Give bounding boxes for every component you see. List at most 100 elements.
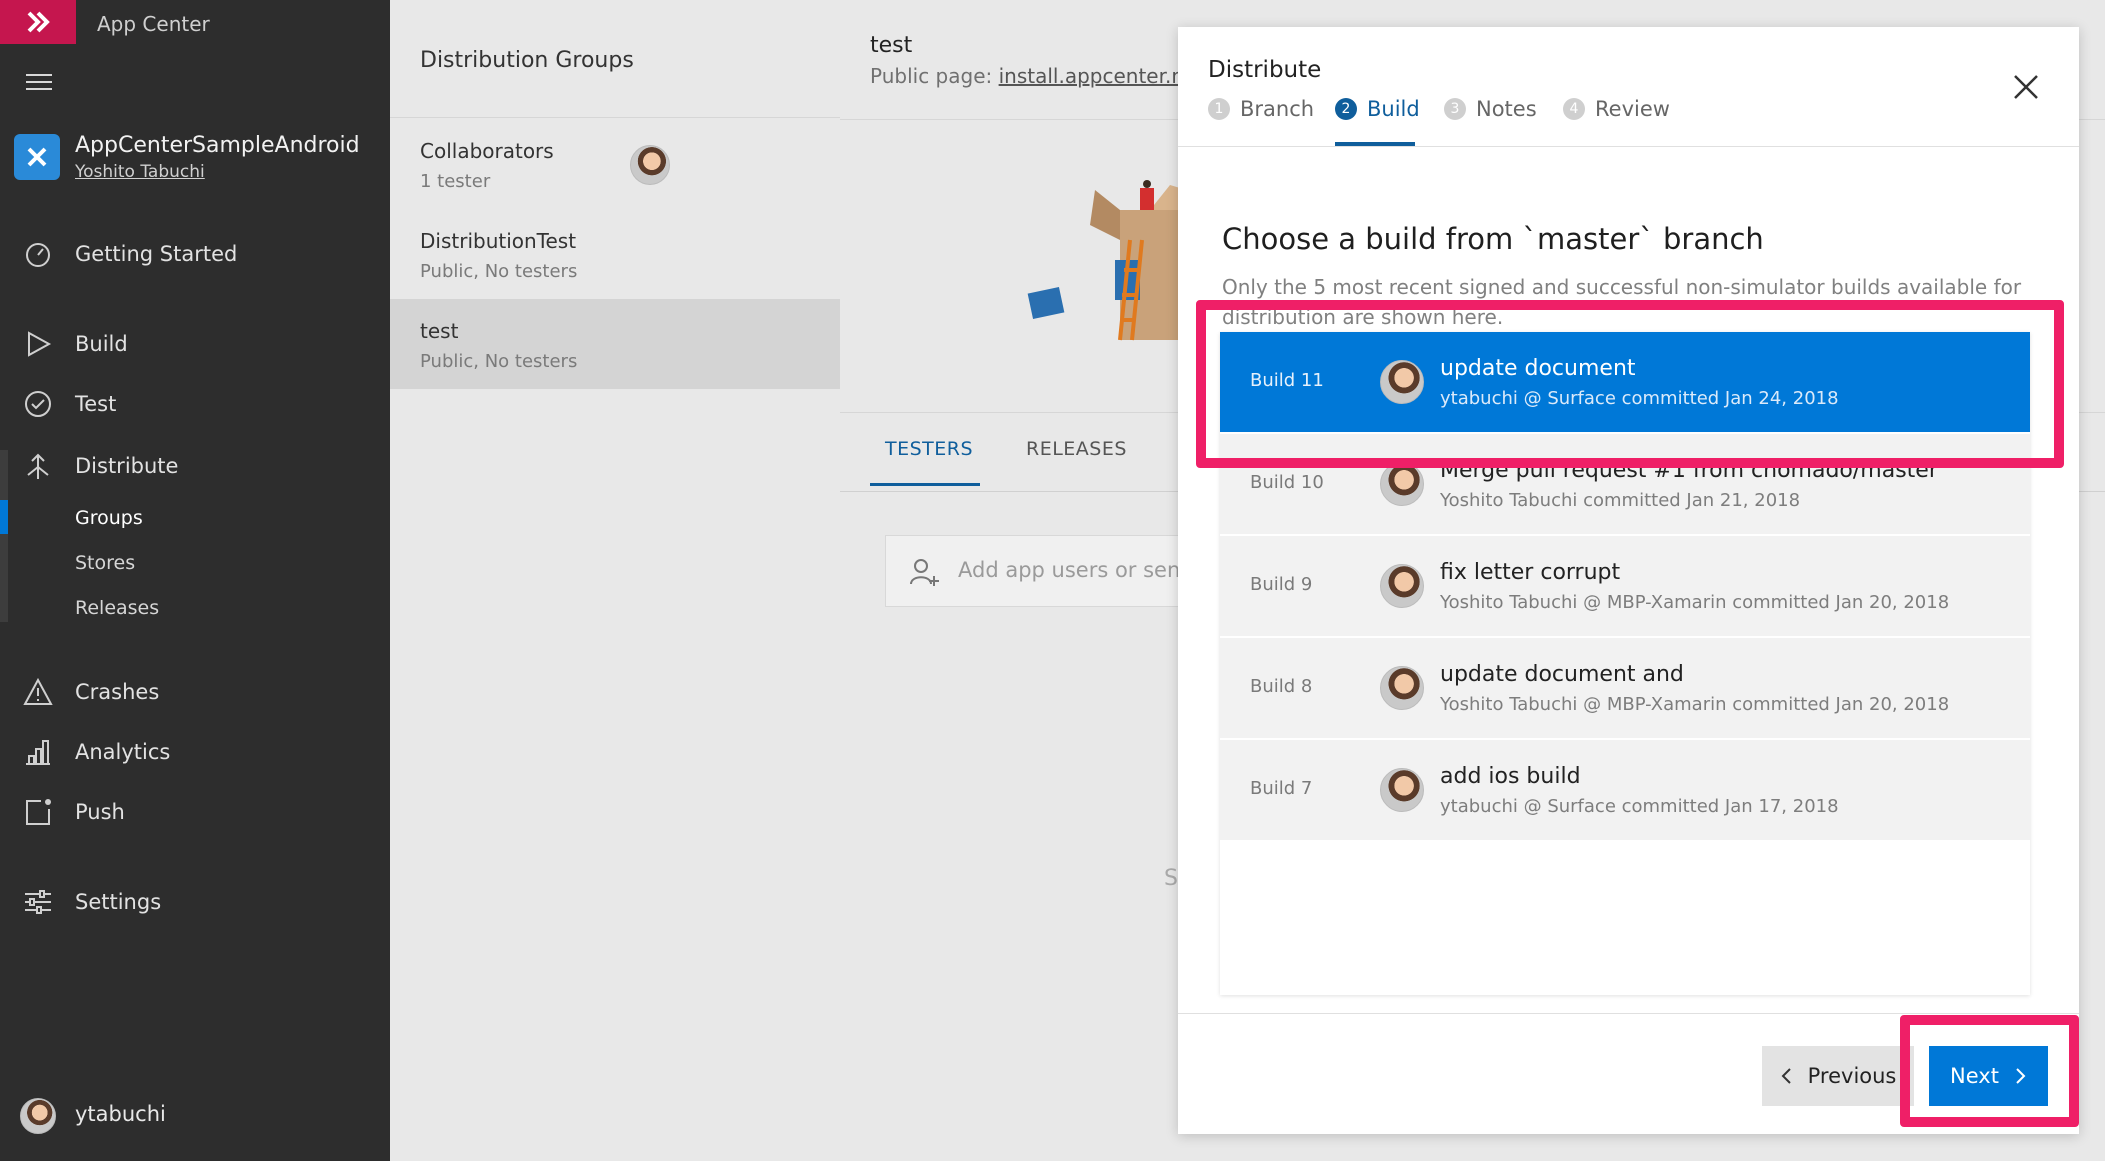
previous-label: Previous xyxy=(1807,1064,1897,1088)
nav-sub-groups[interactable]: Groups xyxy=(75,507,143,529)
nav-item-distribute[interactable]: Distribute xyxy=(0,444,390,488)
nav-label: Settings xyxy=(75,890,162,914)
nav-label: Analytics xyxy=(75,740,171,764)
step-number: 4 xyxy=(1563,98,1585,120)
group-item-collaborators[interactable]: Collaborators 1 tester xyxy=(390,119,840,209)
nav-sub-stores[interactable]: Stores xyxy=(75,552,135,574)
modal-title: Distribute xyxy=(1208,57,1322,83)
push-icon xyxy=(22,796,54,828)
commit-message: fix letter corrupt xyxy=(1440,560,1621,585)
nav-item-push[interactable]: Push xyxy=(0,790,390,834)
app-center-logo[interactable] xyxy=(0,0,76,44)
app-center-logo-icon xyxy=(27,11,50,33)
group-meta: 1 tester xyxy=(420,171,491,192)
brand-bar: App Center xyxy=(0,0,390,48)
step-number: 2 xyxy=(1335,98,1357,120)
nav-label: Test xyxy=(75,392,117,416)
user-name: ytabuchi xyxy=(75,1102,166,1126)
group-item-distributiontest[interactable]: DistributionTest Public, No testers xyxy=(390,209,840,299)
step-branch[interactable]: 1 Branch xyxy=(1208,94,1314,124)
nav-label: Crashes xyxy=(75,680,160,704)
commit-message: update document and xyxy=(1440,662,1684,687)
nav-label: Getting Started xyxy=(75,242,238,266)
xamarin-app-icon xyxy=(14,134,60,180)
chevron-left-icon xyxy=(1781,1068,1791,1084)
nav-item-build[interactable]: Build xyxy=(0,322,390,366)
commit-info: ytabuchi @ Surface committed Jan 17, 201… xyxy=(1440,796,1839,817)
add-users-placeholder: Add app users or send xyxy=(958,558,1194,582)
app-name[interactable]: AppCenterSampleAndroid xyxy=(75,133,360,158)
gauge-icon xyxy=(22,238,54,270)
group-name: Collaborators xyxy=(420,139,554,163)
close-icon[interactable] xyxy=(2011,72,2041,102)
groups-title: Distribution Groups xyxy=(420,48,634,73)
group-meta: Public, No testers xyxy=(420,261,578,282)
build-number: Build 7 xyxy=(1250,778,1313,799)
groups-header: Distribution Groups xyxy=(390,0,840,118)
tester-avatar xyxy=(630,145,670,185)
nav-item-crashes[interactable]: Crashes xyxy=(0,670,390,714)
group-title: test xyxy=(870,33,913,58)
committer-avatar xyxy=(1380,666,1424,710)
step-build[interactable]: 2 Build xyxy=(1335,94,1420,124)
public-page-label: Public page: xyxy=(870,64,993,88)
tab-releases[interactable]: RELEASES xyxy=(1026,438,1127,460)
commit-info: Yoshito Tabuchi @ MBP-Xamarin committed … xyxy=(1440,694,1950,715)
public-page-link[interactable]: install.appcenter.ms/ xyxy=(999,64,1208,88)
nav-label: Push xyxy=(75,800,125,824)
previous-button[interactable]: Previous xyxy=(1762,1046,1914,1106)
left-navigation: App Center AppCenterSampleAndroid Yoshit… xyxy=(0,0,390,1161)
warning-icon xyxy=(22,676,54,708)
empty-state-text: S xyxy=(1164,866,1178,891)
highlight-next-button xyxy=(1900,1015,2079,1127)
step-number: 1 xyxy=(1208,98,1230,120)
distribute-modal: Distribute 1 Branch 2 Build 3 Notes 4 Re… xyxy=(1178,27,2079,1134)
commit-message: add ios build xyxy=(1440,764,1581,789)
committer-avatar xyxy=(1380,462,1424,506)
app-owner-link[interactable]: Yoshito Tabuchi xyxy=(75,162,205,182)
nav-item-settings[interactable]: Settings xyxy=(0,880,390,924)
bar-chart-icon xyxy=(22,736,54,768)
committer-avatar xyxy=(1380,768,1424,812)
group-item-test[interactable]: test Public, No testers xyxy=(390,299,840,389)
step-number: 3 xyxy=(1444,98,1466,120)
step-notes[interactable]: 3 Notes xyxy=(1444,94,1537,124)
build-row-8[interactable]: Build 8 update document and Yoshito Tabu… xyxy=(1220,638,2030,738)
build-number: Build 8 xyxy=(1250,676,1313,697)
nav-item-getting-started[interactable]: Getting Started xyxy=(0,232,390,276)
group-meta: Public, No testers xyxy=(420,351,578,372)
nav-item-analytics[interactable]: Analytics xyxy=(0,730,390,774)
check-circle-icon xyxy=(22,388,54,420)
distribution-groups-panel: Distribution Groups Collaborators 1 test… xyxy=(390,0,840,1161)
build-number: Build 10 xyxy=(1250,472,1324,493)
step-label: Notes xyxy=(1476,97,1537,121)
nav-item-test[interactable]: Test xyxy=(0,382,390,426)
committer-avatar xyxy=(1380,564,1424,608)
user-profile[interactable]: ytabuchi xyxy=(20,1098,166,1134)
choose-build-heading: Choose a build from `master` branch xyxy=(1222,222,1764,256)
group-name: DistributionTest xyxy=(420,229,577,253)
public-page-line: Public page: install.appcenter.ms/ xyxy=(870,64,1208,88)
modal-header: Distribute 1 Branch 2 Build 3 Notes 4 Re… xyxy=(1178,27,2079,147)
build-row-9[interactable]: Build 9 fix letter corrupt Yoshito Tabuc… xyxy=(1220,536,2030,636)
modal-footer-divider xyxy=(1178,1013,2079,1014)
hamburger-menu-icon[interactable] xyxy=(26,74,52,94)
step-review[interactable]: 4 Review xyxy=(1563,94,1670,124)
group-name: test xyxy=(420,319,459,343)
step-label: Review xyxy=(1595,97,1670,121)
tab-testers[interactable]: TESTERS xyxy=(885,438,973,460)
play-icon xyxy=(22,328,54,360)
commit-info: Yoshito Tabuchi @ MBP-Xamarin committed … xyxy=(1440,592,1950,613)
distribute-icon xyxy=(22,450,54,482)
user-avatar xyxy=(20,1098,56,1134)
nav-sub-releases[interactable]: Releases xyxy=(75,597,159,619)
build-row-7[interactable]: Build 7 add ios build ytabuchi @ Surface… xyxy=(1220,740,2030,840)
step-active-underline xyxy=(1335,142,1415,146)
active-indicator xyxy=(0,500,8,534)
add-person-icon xyxy=(908,556,940,592)
step-label: Branch xyxy=(1240,97,1315,121)
tab-active-underline xyxy=(870,483,980,486)
commit-info: Yoshito Tabuchi committed Jan 21, 2018 xyxy=(1440,490,1801,511)
sliders-icon xyxy=(22,886,54,918)
highlight-selected-build xyxy=(1196,300,2064,468)
